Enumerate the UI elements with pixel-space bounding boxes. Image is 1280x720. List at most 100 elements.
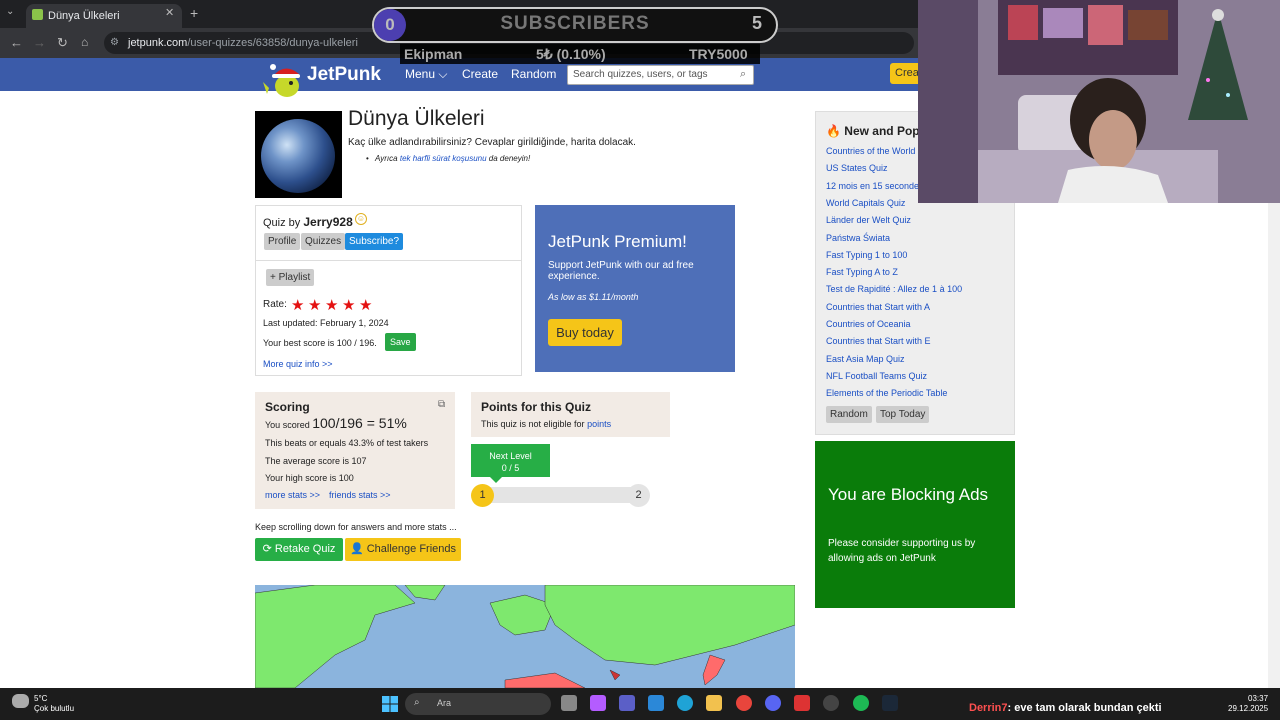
sidebar-random-button[interactable]: Random <box>826 406 872 423</box>
forward-icon[interactable]: → <box>33 35 46 50</box>
adblock-title: You are Blocking Ads <box>828 485 989 504</box>
more-quiz-info-link[interactable]: More quiz info >> <box>263 359 333 369</box>
more-stats-link[interactable]: more stats >> <box>265 490 320 500</box>
nav-menu[interactable]: Menu ⌵ <box>405 67 447 82</box>
rating-star-icon[interactable]: ★ <box>342 296 355 314</box>
rating-star-icon[interactable]: ★ <box>291 296 304 314</box>
back-icon[interactable]: ← <box>10 35 23 50</box>
steam-icon[interactable] <box>882 695 898 711</box>
rating-star-icon[interactable]: ★ <box>359 296 372 314</box>
site-logo-text[interactable]: JetPunk <box>307 64 381 86</box>
sidebar-quiz-link[interactable]: Elements of the Periodic Table <box>826 388 947 398</box>
playlist-button[interactable]: + Playlist <box>266 269 315 286</box>
sidebar-quiz-link[interactable]: Państwa Świata <box>826 233 890 243</box>
bullet-icon: • <box>366 154 369 163</box>
weather-icon[interactable] <box>12 694 29 708</box>
tab-favicon-icon <box>32 9 43 20</box>
chevron-down-icon: ⌵ <box>438 67 448 81</box>
sidebar-quiz-link[interactable]: East Asia Map Quiz <box>826 354 905 364</box>
edge-icon[interactable] <box>677 695 693 711</box>
windows-start-icon[interactable] <box>382 696 398 712</box>
level-next: 2 <box>627 484 650 507</box>
adblock-text: Please consider supporting us by allowin… <box>828 538 976 564</box>
retake-quiz-button[interactable]: ⟳ Retake Quiz <box>255 538 343 561</box>
page-title: Dünya Ülkeleri <box>348 107 485 130</box>
sidebar-quiz-link[interactable]: Countries of the World <box>826 146 915 156</box>
sidebar-quiz-link[interactable]: Countries of Oceania <box>826 319 911 329</box>
chrome-icon[interactable] <box>736 695 752 711</box>
sidebar-quiz-link[interactable]: US States Quiz <box>826 163 888 173</box>
create-button[interactable]: Create <box>890 63 918 84</box>
weather-widget[interactable]: 5°C Çok bulutlu <box>34 694 74 714</box>
rating-star-icon[interactable]: ★ <box>308 296 321 314</box>
save-button[interactable]: Save <box>385 333 416 351</box>
premium-price: As low as $1.11/month <box>548 292 639 302</box>
points-link[interactable]: points <box>587 419 611 429</box>
points-text: This quiz is not eligible for points <box>481 419 612 429</box>
webcam-overlay <box>918 0 1280 203</box>
fire-icon: 🔥 <box>826 124 841 138</box>
refresh-icon: ⟳ <box>262 543 272 555</box>
tab-title: Dünya Ülkeleri <box>48 10 120 22</box>
site-info-icon[interactable]: ⚙ <box>110 37 119 48</box>
sidebar-quiz-link[interactable]: Fast Typing 1 to 100 <box>826 250 907 260</box>
sidebar-top-today-button[interactable]: Top Today <box>876 406 930 423</box>
author-name[interactable]: Jerry928 <box>303 215 352 229</box>
sidebar-quiz-link[interactable]: Countries that Start with A <box>826 302 930 312</box>
donation-ticker: Ekipman 5₺ (0.10%) TRY5000 <box>400 44 760 64</box>
copilot-icon[interactable] <box>590 695 606 711</box>
new-tab-button[interactable]: + <box>190 5 198 21</box>
discord-icon[interactable] <box>765 695 781 711</box>
friends-stats-link[interactable]: friends stats >> <box>329 490 391 500</box>
last-updated: Last updated: February 1, 2024 <box>263 318 389 328</box>
search-icon: ⌕ <box>414 697 420 708</box>
subscribe-button[interactable]: Subscribe? <box>345 233 404 250</box>
profile-button[interactable]: Profile <box>264 233 301 250</box>
score-high: Your high score is 100 <box>265 473 354 483</box>
file-explorer-icon[interactable] <box>706 695 722 711</box>
sidebar-quiz-link[interactable]: Countries that Start with E <box>826 336 931 346</box>
nav-create[interactable]: Create <box>462 67 498 81</box>
buy-today-button[interactable]: Buy today <box>548 319 622 346</box>
keep-scrolling-note: Keep scrolling down for answers and more… <box>255 522 457 532</box>
alt-quiz-link[interactable]: tek harfli sürat koşusunu <box>400 154 487 163</box>
search-icon[interactable]: ⌕ <box>740 68 746 81</box>
rate-label: Rate: <box>263 299 287 310</box>
tab-close-icon[interactable]: ✕ <box>165 6 174 19</box>
next-level-badge: Next Level 0 / 5 <box>471 444 550 477</box>
task-view-icon[interactable] <box>561 695 577 711</box>
spotify-icon[interactable] <box>853 695 869 711</box>
taskbar-search[interactable]: Ara <box>405 693 551 715</box>
challenge-friends-button[interactable]: 👤 Challenge Friends <box>345 538 461 561</box>
quiz-alt-note: Ayrıca tek harfli sürat koşusunu da dene… <box>375 154 531 163</box>
rating-star-icon[interactable]: ★ <box>325 296 338 314</box>
teams-icon[interactable] <box>619 695 635 711</box>
score-average: The average score is 107 <box>265 456 367 466</box>
quizzes-button[interactable]: Quizzes <box>301 233 346 250</box>
smiley-icon: ☺ <box>355 213 367 225</box>
sidebar-quiz-link[interactable]: Fast Typing A to Z <box>826 267 898 277</box>
badge-pointer <box>490 477 502 483</box>
scrollbar[interactable] <box>1268 203 1280 688</box>
clock[interactable]: 03:37 29.12.2025 <box>1228 694 1268 714</box>
premium-panel <box>535 205 735 372</box>
sidebar-quiz-link[interactable]: Test de Rapidité : Allez de 1 à 100 <box>826 284 962 294</box>
home-icon[interactable]: ⌂ <box>81 35 88 49</box>
reload-icon[interactable]: ↻ <box>57 35 68 51</box>
sidebar-quiz-link[interactable]: World Capitals Quiz <box>826 198 905 208</box>
adblock-notice <box>815 441 1015 608</box>
search-input[interactable]: Search quizzes, users, or tags <box>567 65 754 85</box>
sidebar-quiz-link[interactable]: 12 mois en 15 secondes <box>826 181 924 191</box>
url-text[interactable]: jetpunk.com/user-quizzes/63858/dunya-ulk… <box>128 37 358 49</box>
nav-random[interactable]: Random <box>511 67 556 81</box>
premium-title: JetPunk Premium! <box>548 232 687 251</box>
tab-search-icon[interactable]: ⌄ <box>6 6 14 17</box>
points-panel <box>471 392 670 437</box>
obs-icon[interactable] <box>823 695 839 711</box>
app-icon[interactable] <box>794 695 810 711</box>
store-icon[interactable] <box>648 695 664 711</box>
sidebar-quiz-link[interactable]: Länder der Welt Quiz <box>826 215 911 225</box>
browser-tab[interactable]: Dünya Ülkeleri <box>26 4 182 28</box>
copy-icon[interactable]: ⧉ <box>438 399 445 410</box>
sidebar-quiz-link[interactable]: NFL Football Teams Quiz <box>826 371 927 381</box>
